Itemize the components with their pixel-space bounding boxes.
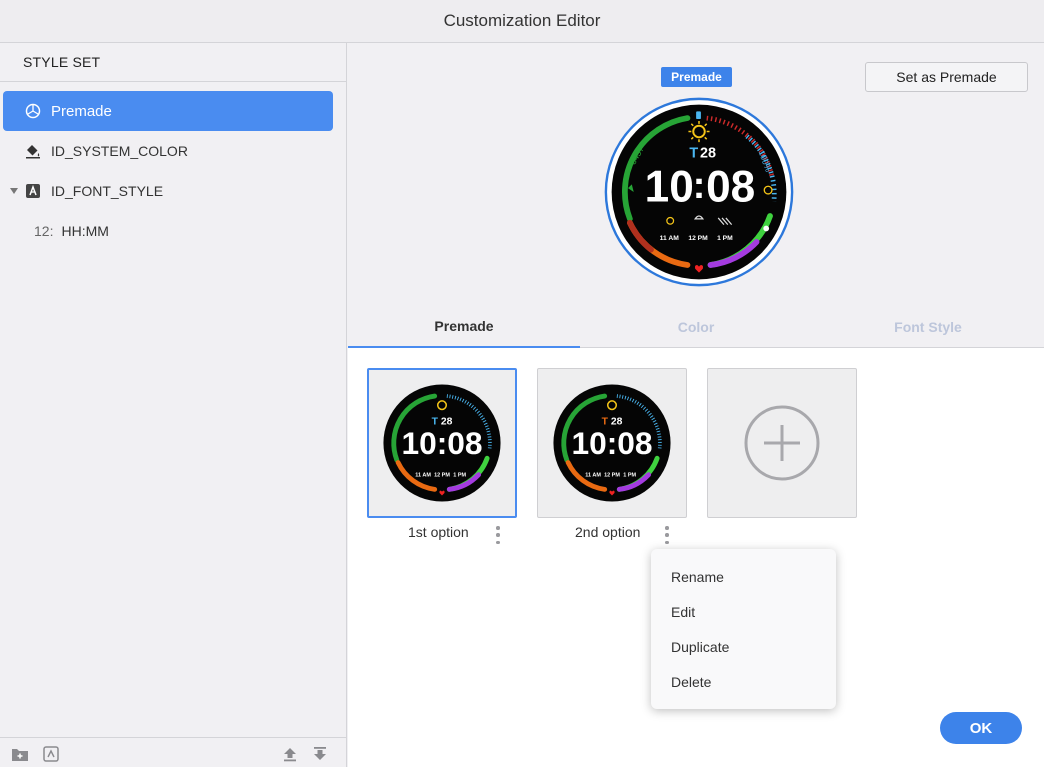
tree-item-hhmm[interactable]: 12: HH:MM [3, 211, 333, 251]
tree-item-label: HH:MM [61, 223, 109, 239]
watch-preview-area: Premade Set as Premade T 28 10 : 08 3457… [348, 43, 1044, 305]
option-label-2[interactable]: 2nd option [575, 524, 640, 540]
option-menu-icon-2[interactable] [662, 526, 672, 544]
window-title-bar: Customization Editor [0, 0, 1044, 43]
option-context-menu: Rename Edit Duplicate Delete [651, 549, 836, 709]
tree-item-font-style[interactable]: ID_FONT_STYLE [3, 171, 333, 211]
set-as-premade-button[interactable]: Set as Premade [865, 62, 1028, 92]
menu-item-edit[interactable]: Edit [671, 604, 695, 620]
tab-premade[interactable]: Premade [348, 305, 580, 348]
tree-item-premade[interactable]: Premade [3, 91, 333, 131]
premade-badge: Premade [661, 67, 732, 87]
watch-time: 10:08 [571, 425, 652, 461]
menu-item-rename[interactable]: Rename [671, 569, 724, 585]
window-title: Customization Editor [443, 11, 601, 30]
option-thumbnail-1[interactable]: T 28 10:08 11 AM 12 PM 1 PM [367, 368, 517, 518]
tree-item-label: ID_SYSTEM_COLOR [51, 143, 188, 159]
expand-caret-icon[interactable] [9, 186, 19, 196]
add-folder-icon[interactable] [11, 745, 29, 763]
option-thumbnail-2[interactable]: T 28 10:08 11 AM 12 PM 1 PM [537, 368, 687, 518]
option-label-1[interactable]: 1st option [408, 524, 469, 540]
style-set-header: STYLE SET [0, 43, 346, 82]
forecast-time: 11 AM [415, 473, 431, 479]
move-down-icon[interactable] [311, 745, 329, 763]
svg-text::: : [693, 164, 706, 207]
palette-icon [24, 102, 42, 120]
temp-prefix: T [689, 145, 698, 161]
watch-thumbnail: T 28 10:08 11 AM 12 PM 1 PM [553, 384, 671, 502]
plus-circle-icon [744, 405, 820, 481]
temperature-value: 28 [700, 145, 716, 161]
option-menu-icon-1[interactable] [493, 526, 503, 544]
watch-thumbnail: T 28 10:08 11 AM 12 PM 1 PM [383, 384, 501, 502]
forecast-time: 1 PM [453, 473, 466, 479]
tree-item-system-color[interactable]: ID_SYSTEM_COLOR [3, 131, 333, 171]
sidebar-toolbar [0, 737, 346, 767]
forecast-time: 1 PM [717, 235, 733, 242]
tab-font-style[interactable]: Font Style [812, 305, 1044, 348]
tree-item-label: Premade [51, 102, 112, 120]
tree-item-prefix: 12: [34, 223, 54, 239]
watch-hours: 10 [645, 163, 694, 212]
tab-bar: Premade Color Font Style [348, 305, 1044, 348]
tab-color[interactable]: Color [580, 305, 812, 348]
forecast-time: 1 PM [623, 473, 636, 479]
tree-item-label: ID_FONT_STYLE [51, 183, 164, 199]
watch-face-preview: T 28 10 : 08 3457 100% 11 AM 12 PM 1 PM [603, 96, 795, 288]
menu-item-delete[interactable]: Delete [671, 674, 711, 690]
forecast-time: 12 PM [604, 473, 620, 479]
menu-item-duplicate[interactable]: Duplicate [671, 639, 729, 655]
font-style-icon [24, 182, 42, 200]
forecast-time: 11 AM [585, 473, 601, 479]
add-option-button[interactable] [707, 368, 857, 518]
forecast-time: 11 AM [660, 235, 680, 242]
watch-time: 10:08 [401, 425, 482, 461]
add-style-icon[interactable] [42, 745, 60, 763]
ok-button[interactable]: OK [940, 712, 1022, 744]
move-up-icon[interactable] [281, 745, 299, 763]
forecast-time: 12 PM [434, 473, 450, 479]
forecast-time: 12 PM [688, 235, 708, 242]
paint-bucket-icon [24, 142, 42, 160]
watch-minutes: 08 [706, 163, 755, 212]
style-set-panel: STYLE SET Premade ID_SYSTEM_COLOR ID_FON… [0, 43, 347, 767]
